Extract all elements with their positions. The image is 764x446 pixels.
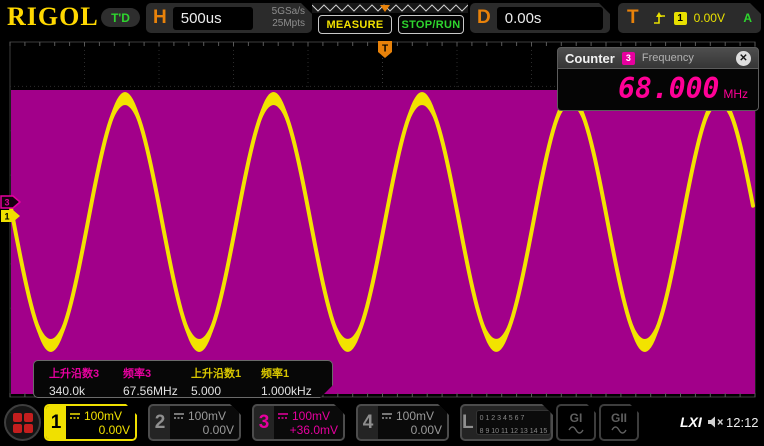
sine-wave-icon — [611, 426, 627, 434]
channel-offset: +36.0mV — [277, 423, 338, 437]
counter-value: 68.000 — [618, 69, 719, 109]
memory-depth: 25Mpts — [272, 18, 305, 29]
counter-title: Counter — [565, 51, 615, 66]
counter-mode-label: Frequency — [642, 52, 694, 64]
channel-number: 2 — [150, 406, 170, 439]
channel-scale: 100mV — [396, 409, 434, 423]
sample-rate: 5GSa/s — [272, 6, 305, 17]
trigger-mode: A — [743, 11, 752, 25]
measurement-value: 5.000 — [191, 384, 241, 398]
stop-run-button[interactable]: STOP/RUN — [398, 15, 464, 34]
counter-panel: Counter 3 Frequency ✕ 68.000 MHz — [557, 47, 759, 111]
channel-4-box[interactable]: 4 100mV 0.00V — [356, 404, 449, 441]
trigger-status-badge: T'D — [101, 8, 140, 27]
channel-scale: 100mV — [292, 409, 330, 423]
delay-label: D — [477, 7, 491, 29]
measurement-panel: 上升沿数3 340.0k 频率3 67.56MHz 上升沿数1 5.000 频率… — [33, 360, 333, 398]
measurement-value: 67.56MHz — [123, 384, 178, 398]
logic-label: L — [462, 406, 474, 439]
svg-text:3: 3 — [4, 198, 9, 208]
menu-grid-icon — [13, 413, 33, 433]
channel-1-box[interactable]: 1 100mV 0.00V — [44, 404, 137, 441]
channel-offset: 0.00V — [381, 423, 442, 437]
measurement-label: 频率3 — [123, 365, 178, 381]
measure-button[interactable]: MEASURE — [318, 15, 392, 34]
measurement-item: 上升沿数1 5.000 — [191, 365, 241, 398]
lxi-status: LXI — [680, 414, 702, 430]
logic-analyzer-box[interactable]: L 0 1 2 3 4 5 6 7 8 9 10 11 12 13 14 15 — [460, 404, 553, 441]
channel-scale: 100mV — [84, 409, 122, 423]
rigol-logo: RIGOL — [7, 2, 99, 32]
dc-coupling-icon — [69, 412, 81, 420]
measurement-label: 上升沿数1 — [191, 365, 241, 381]
measurement-label: 频率1 — [261, 365, 312, 381]
delay-value[interactable]: 0.00s — [497, 7, 603, 30]
channel-number: 3 — [254, 406, 274, 439]
counter-titlebar: Counter 3 Frequency ✕ — [557, 47, 759, 69]
bottom-channel-bar: 1 100mV 0.00V 2 — [0, 400, 764, 446]
timebase-value[interactable]: 500us — [173, 7, 253, 30]
channel-number: 4 — [358, 406, 378, 439]
generator-1-box[interactable]: GI — [556, 404, 596, 441]
counter-readout: 68.000 MHz — [557, 69, 759, 111]
channel-scale: 100mV — [188, 409, 226, 423]
horizontal-timebase-block[interactable]: H 500us 5GSa/s 25Mpts — [146, 3, 312, 33]
acquisition-info: 5GSa/s 25Mpts — [272, 6, 305, 30]
measurement-label: 上升沿数3 — [49, 365, 99, 381]
svg-text:1: 1 — [4, 212, 9, 222]
measurement-item: 频率1 1.000kHz — [261, 365, 312, 398]
measurement-value: 1.000kHz — [261, 384, 312, 398]
measurement-value: 340.0k — [49, 384, 99, 398]
generator-label: GI — [570, 412, 583, 424]
generator-label: GII — [611, 412, 627, 424]
clock-time: 12:12 — [726, 415, 759, 430]
rising-edge-icon — [652, 11, 667, 25]
trigger-block[interactable]: T 1 0.00V A — [618, 3, 761, 33]
channel-2-box[interactable]: 2 100mV 0.00V — [148, 404, 241, 441]
close-icon[interactable]: ✕ — [736, 51, 751, 66]
timebase-ribbon — [312, 2, 468, 14]
svg-text:T: T — [382, 44, 388, 55]
dc-coupling-icon — [381, 412, 393, 420]
delay-block[interactable]: D 0.00s — [470, 3, 610, 33]
digital-channels-row: 8 9 10 11 12 13 14 15 — [480, 426, 548, 439]
trigger-level-value: 0.00V — [694, 11, 725, 25]
horizontal-label: H — [153, 7, 167, 29]
trigger-source-badge: 1 — [674, 12, 687, 25]
digital-channels-row: 0 1 2 3 4 5 6 7 — [480, 413, 548, 426]
dc-coupling-icon — [173, 412, 185, 420]
dc-coupling-icon — [277, 412, 289, 420]
oscilloscope-screen: RIGOL T'D H 500us 5GSa/s 25Mpts MEASURE … — [0, 0, 764, 446]
digital-channel-list: 0 1 2 3 4 5 6 7 8 9 10 11 12 13 14 15 — [476, 410, 552, 435]
trigger-label: T — [627, 7, 639, 29]
sine-wave-icon — [568, 426, 584, 434]
sound-muted-icon[interactable] — [707, 415, 724, 429]
channel-number: 1 — [46, 406, 66, 439]
counter-unit: MHz — [723, 87, 748, 101]
channel-offset: 0.00V — [173, 423, 234, 437]
generator-2-box[interactable]: GII — [599, 404, 639, 441]
counter-channel-badge: 3 — [622, 52, 635, 65]
channel-offset: 0.00V — [69, 423, 130, 437]
measurement-item: 上升沿数3 340.0k — [49, 365, 99, 398]
measurement-item: 频率3 67.56MHz — [123, 365, 178, 398]
top-status-bar: RIGOL T'D H 500us 5GSa/s 25Mpts MEASURE … — [0, 0, 764, 36]
menu-button[interactable] — [4, 404, 41, 441]
trigger-position-marker[interactable]: T — [378, 41, 392, 58]
channel-3-box[interactable]: 3 100mV +36.0mV — [252, 404, 345, 441]
